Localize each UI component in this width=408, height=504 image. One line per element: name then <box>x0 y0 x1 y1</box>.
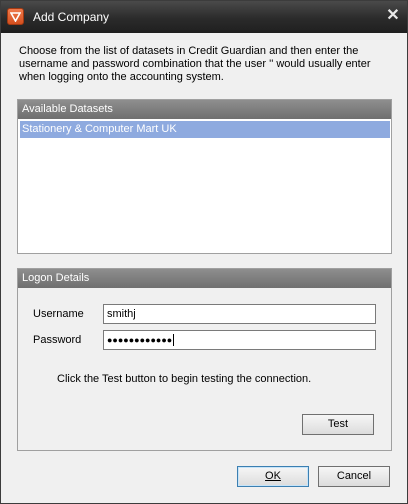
username-label: Username <box>33 308 84 320</box>
password-label: Password <box>33 334 82 346</box>
cancel-label: Cancel <box>336 470 372 482</box>
add-company-dialog: Add Company ✕ Choose from the list of da… <box>0 0 408 504</box>
test-button[interactable]: Test <box>302 414 374 435</box>
username-field[interactable]: smithj <box>103 304 376 324</box>
ok-label: OK <box>265 470 281 482</box>
password-mask: ●●●●●●●●●●●● <box>107 335 173 345</box>
ok-button[interactable]: OK <box>237 466 309 487</box>
title-bar[interactable]: Add Company ✕ <box>1 1 407 33</box>
text-caret <box>173 334 175 347</box>
password-field[interactable]: ●●●●●●●●●●●● <box>103 330 376 350</box>
close-icon[interactable]: ✕ <box>385 8 401 24</box>
instructions-text: Choose from the list of datasets in Cred… <box>19 45 371 83</box>
available-datasets-group: Available Datasets Stationery & Computer… <box>17 99 392 254</box>
logon-details-header: Logon Details <box>18 269 391 288</box>
logon-details-group: Logon Details Username smithj Password ●… <box>17 268 392 451</box>
credit-guardian-app-icon <box>7 8 24 25</box>
test-hint-text: Click the Test button to begin testing t… <box>57 373 312 385</box>
available-datasets-header: Available Datasets <box>18 100 391 119</box>
cancel-button[interactable]: Cancel <box>318 466 390 487</box>
dataset-list-item[interactable]: Stationery & Computer Mart UK <box>20 121 390 138</box>
window-title: Add Company <box>33 10 110 24</box>
